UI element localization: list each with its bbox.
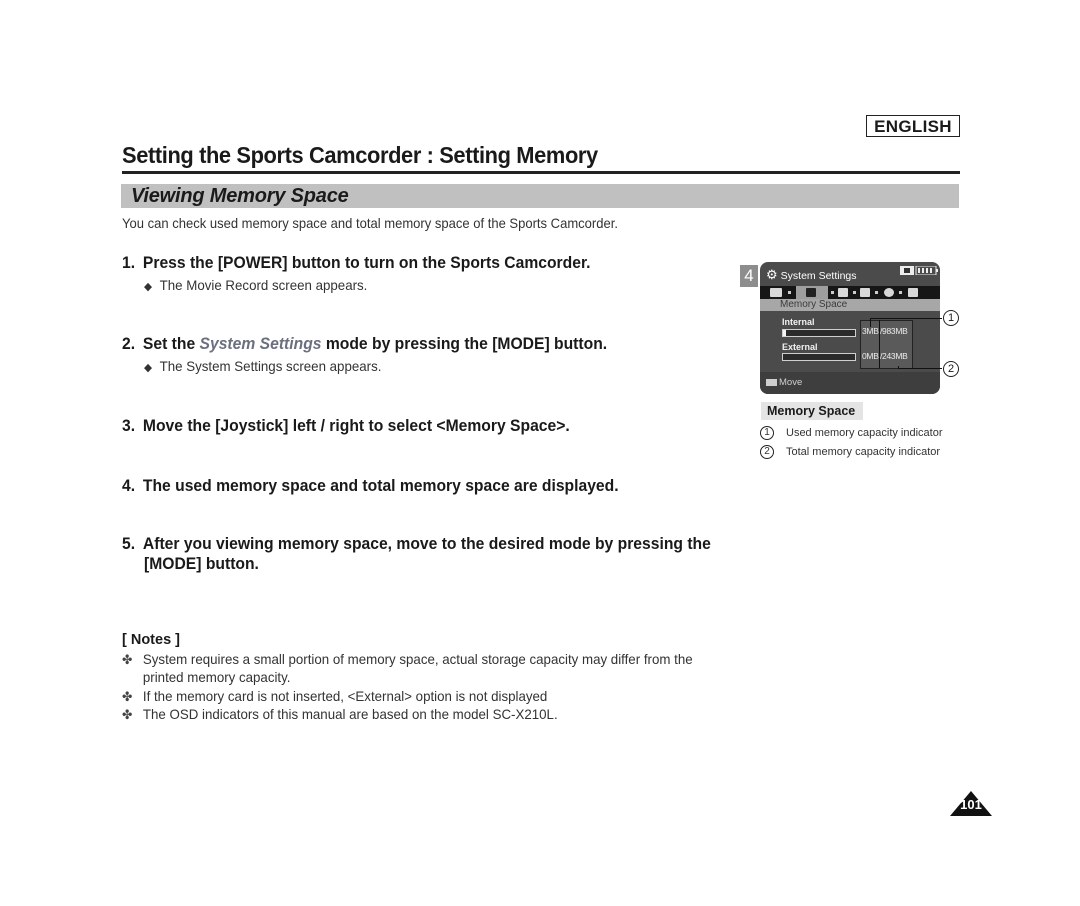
legend-text: Total memory capacity indicator	[786, 445, 941, 458]
legend-number: 1	[760, 426, 774, 440]
callout-1: 1	[943, 310, 959, 326]
step-number: 5.	[122, 535, 136, 553]
sub-text: The System Settings screen appears.	[159, 358, 382, 374]
move-hint: Move	[766, 377, 802, 388]
callout-line-1	[870, 318, 942, 319]
diamond-bullet-icon: ◆	[144, 281, 153, 293]
separator-dot	[899, 291, 902, 294]
internal-usage-bar	[782, 329, 856, 337]
step-text: Press the [POWER] button to turn on the …	[142, 254, 591, 272]
screen-footer: Move	[760, 372, 940, 394]
legend-number: 2	[760, 445, 774, 459]
title-divider	[122, 171, 960, 174]
step-text: [MODE] button.	[144, 555, 259, 573]
step-2-sub: ◆ The System Settings screen appears.	[144, 358, 381, 374]
step-3: 3. Move the [Joystick] left / right to se…	[122, 417, 570, 436]
step-5-cont: [MODE] button.	[144, 555, 259, 574]
external-usage-bar	[782, 353, 856, 361]
storage-tab-icon[interactable]	[770, 288, 782, 297]
internal-label: Internal	[782, 317, 815, 327]
page-number: 101	[960, 797, 982, 812]
step-number: 4.	[122, 477, 136, 495]
note-text: If the memory card is not inserted, <Ext…	[142, 688, 548, 704]
note-text: The OSD indicators of this manual are ba…	[142, 706, 558, 722]
gear-icon: ⚙	[766, 267, 778, 282]
intro-text: You can check used memory space and tota…	[122, 215, 618, 231]
screen-subtitle: Memory Space	[760, 299, 940, 311]
joystick-icon	[766, 378, 777, 386]
step-text: After you viewing memory space, move to …	[142, 535, 711, 553]
arrow-left-icon	[788, 291, 791, 294]
clock-tab-icon[interactable]	[884, 288, 894, 297]
step-text: Move the [Joystick] left / right to sele…	[142, 417, 570, 435]
diamond-bullet-icon: ◆	[144, 362, 153, 374]
internal-used: 3MB	[862, 326, 879, 336]
clover-bullet-icon: ✤	[122, 689, 133, 704]
step-5: 5. After you viewing memory space, move t…	[122, 535, 711, 554]
step-4: 4. The used memory space and total memory…	[122, 477, 619, 496]
step-number: 1.	[122, 254, 136, 272]
memory-tab-selected[interactable]	[796, 286, 828, 299]
note-text: System requires a small portion of memor…	[142, 651, 693, 667]
note-text: printed memory capacity.	[142, 669, 291, 685]
calendar-tab-icon[interactable]	[908, 288, 918, 297]
battery-icon	[900, 266, 938, 275]
sub-text: The Movie Record screen appears.	[159, 277, 368, 293]
legend-item-1: 1 Used memory capacity indicator	[760, 426, 943, 440]
external-label: External	[782, 342, 818, 352]
note-1: ✤ System requires a small portion of memo…	[122, 651, 693, 668]
clover-bullet-icon: ✤	[122, 652, 133, 667]
date-tab-icon[interactable]	[860, 288, 870, 297]
note-1-cont: printed memory capacity.	[122, 669, 291, 685]
settings-tab-strip	[760, 286, 940, 299]
callout-line-2	[898, 368, 942, 369]
screen-title: System Settings	[780, 270, 857, 282]
step-number: 2.	[122, 335, 136, 353]
step-2: 2. Set the System Settings mode by pressi…	[122, 335, 607, 354]
separator-dot	[853, 291, 856, 294]
external-used: 0MB	[862, 351, 879, 361]
language-badge: ENGLISH	[866, 115, 960, 137]
notes-heading: [ Notes ]	[122, 632, 180, 648]
section-title: Viewing Memory Space	[131, 185, 349, 207]
legend-title: Memory Space	[761, 402, 863, 420]
screen-step-tag: 4	[740, 265, 758, 287]
internal-usage-fill	[783, 330, 786, 336]
external-total: /243MB	[880, 351, 908, 361]
callout-line-1-drop	[870, 318, 871, 327]
page-title: Setting the Sports Camcorder : Setting M…	[122, 142, 598, 168]
step-1-sub: ◆ The Movie Record screen appears.	[144, 277, 367, 293]
camera-screen: ⚙ System Settings Memory Space Internal E…	[760, 262, 940, 394]
callout-line-2-rise	[898, 366, 899, 369]
legend-text: Used memory capacity indicator	[786, 426, 943, 439]
clover-bullet-icon: ✤	[122, 707, 133, 722]
move-label: Move	[779, 377, 803, 388]
step-text: The used memory space and total memory s…	[142, 477, 619, 495]
step-1: 1. Press the [POWER] button to turn on th…	[122, 254, 591, 273]
legend-item-2: 2 Total memory capacity indicator	[760, 445, 940, 459]
step-text-post: mode by pressing the [MODE] button.	[321, 335, 608, 353]
mode-name: System Settings	[199, 335, 322, 353]
note-2: ✤ If the memory card is not inserted, <Ex…	[122, 688, 547, 705]
step-text-pre: Set the	[142, 335, 200, 353]
step-number: 3.	[122, 417, 136, 435]
internal-total: /983MB	[880, 326, 908, 336]
arrow-right-icon	[831, 291, 834, 294]
separator-dot	[875, 291, 878, 294]
memory-tab-icon	[806, 288, 816, 297]
callout-2: 2	[943, 361, 959, 377]
note-3: ✤ The OSD indicators of this manual are b…	[122, 706, 558, 723]
brightness-tab-icon[interactable]	[838, 288, 848, 297]
